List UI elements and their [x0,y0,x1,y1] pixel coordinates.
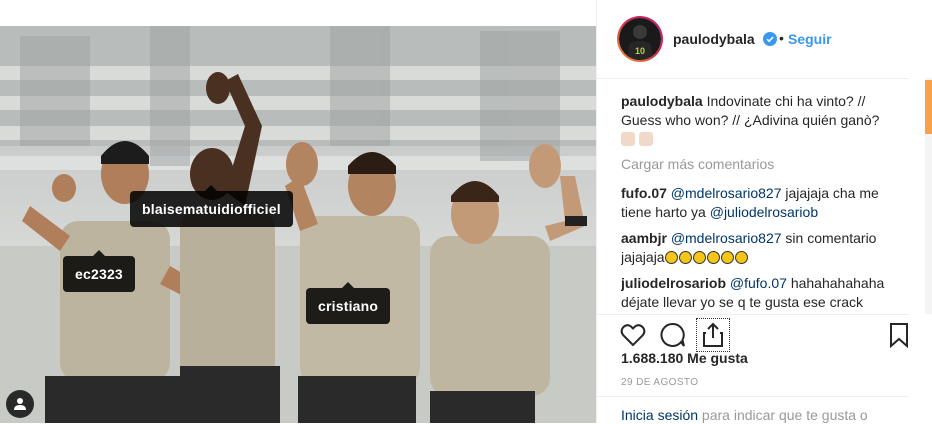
follow-button[interactable]: Seguir [788,31,832,47]
laughing-emoji-icon [734,251,748,264]
list-item: aambjr @mdelrosario827 sin comentario ja… [621,229,897,267]
avatar[interactable]: 10 [617,16,663,62]
comment-username[interactable]: aambjr [621,230,667,246]
verified-badge-icon [763,32,777,46]
likes-count[interactable]: 1.688.180 Me gusta [621,350,748,366]
load-more-comments-button[interactable]: Cargar más comentarios [621,155,897,174]
bookmark-icon[interactable] [885,321,913,349]
comments-list[interactable]: paulodybala Indovinate chi ha vinto? // … [621,92,897,314]
login-prompt-text: para indicar que te gusta o [698,407,868,423]
post-photo[interactable]: blaisematuidiofficiel ec2323 cristiano [0,26,596,423]
photo-tag-cristiano[interactable]: cristiano [306,282,391,324]
laughing-emoji-icon [692,251,706,264]
post-actions [597,314,909,352]
list-item: juliodelrosariob @fufo.07 hahahahahaha d… [621,274,897,314]
comments-scrollbar-thumb[interactable] [925,80,932,134]
comment-mention[interactable]: @mdelrosario827 [671,185,782,201]
photo-tag-blaisematuidiofficiel[interactable]: blaisematuidiofficiel [130,185,293,227]
photo-scene [0,26,596,423]
raised-hands-emoji-icon [621,132,635,146]
comment-mention[interactable]: @mdelrosario827 [671,230,782,246]
comment-mention[interactable]: @fufo.07 [730,275,787,291]
show-tags-button[interactable] [6,390,34,418]
laughing-emoji-icon [678,251,692,264]
comment-icon[interactable] [659,321,687,349]
separator-dot: • [779,30,784,46]
laughing-emoji-icon [664,251,678,264]
svg-text:10: 10 [635,46,645,56]
post-date[interactable]: 29 DE AGOSTO [621,377,698,388]
raised-hands-emoji-icon [639,132,653,146]
comment-username[interactable]: fufo.07 [621,185,667,201]
photo-tag-ec2323[interactable]: ec2323 [63,250,135,292]
post-caption: paulodybala Indovinate chi ha vinto? // … [621,92,897,149]
caption-username[interactable]: paulodybala [621,93,703,109]
laughing-emoji-icon [720,251,734,264]
avatar-image: 10 [619,18,661,60]
header-username[interactable]: paulodybala [673,31,755,47]
post-side-panel: 10 paulodybala • Seguir paulodybala Indo… [596,0,932,423]
person-icon [14,398,26,410]
comment-username[interactable]: juliodelrosariob [621,275,726,291]
login-prompt: Inicia sesión para indicar que te gusta … [597,396,909,424]
share-icon[interactable] [696,318,730,352]
laughing-emoji-icon [706,251,720,264]
login-link[interactable]: Inicia sesión [621,407,698,423]
comment-mention[interactable]: @juliodelrosariob [710,204,818,220]
post-header: 10 paulodybala • Seguir [597,0,909,79]
list-item: fufo.07 @mdelrosario827 jajajaja cha me … [621,184,897,222]
heart-icon[interactable] [619,321,647,349]
